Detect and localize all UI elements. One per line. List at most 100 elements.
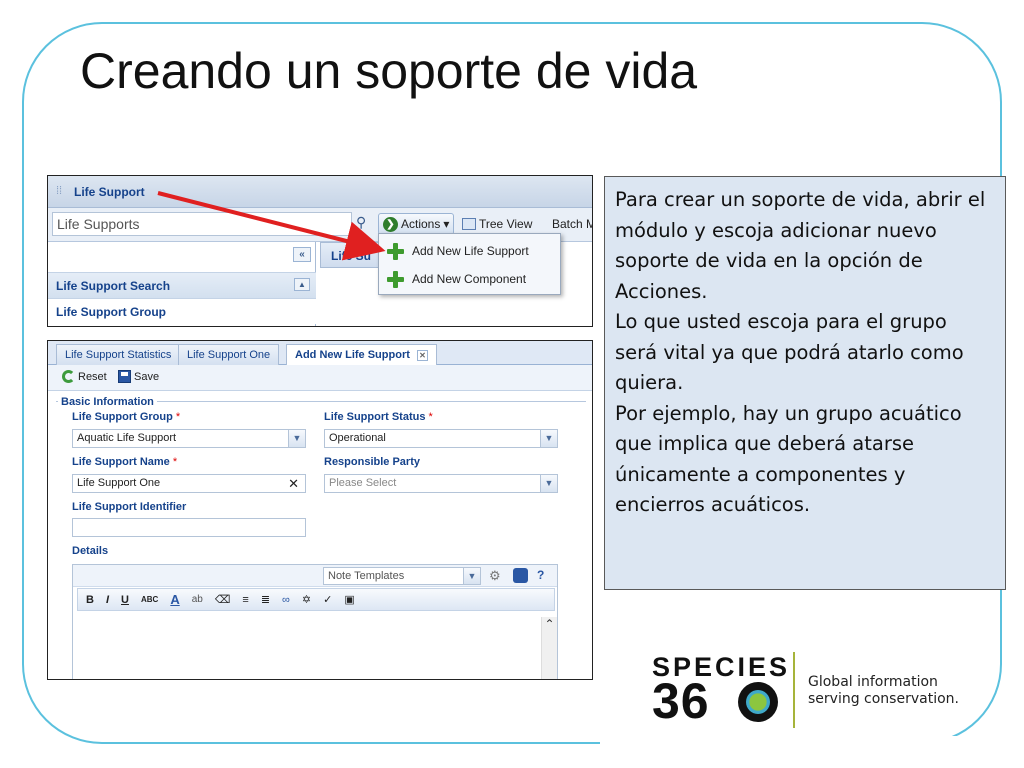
- field-value: Life Support One: [77, 477, 161, 489]
- tree-view-button[interactable]: Tree View: [458, 213, 536, 235]
- highlight-button[interactable]: ab: [192, 594, 203, 605]
- responsible-party-select[interactable]: Please Select ▼: [324, 474, 558, 493]
- underline-button[interactable]: U: [121, 594, 129, 606]
- logo-tagline: Global information serving conservation.: [808, 674, 959, 707]
- logo-number: 36: [652, 673, 710, 729]
- accordion-label: Life Support Group: [56, 305, 166, 319]
- slide-title: Creando un soporte de vida: [80, 43, 698, 99]
- details-rich-text-editor[interactable]: Note Templates ▼ ⚙ ? B I U ABC A ab ⌫ ≡ …: [72, 564, 558, 679]
- close-icon[interactable]: ✕: [416, 349, 428, 361]
- editor-scrollbar[interactable]: ⌃: [541, 617, 557, 679]
- tree-view-label: Tree View: [479, 217, 533, 231]
- reset-button[interactable]: Reset: [62, 370, 107, 383]
- life-support-name-label: Life Support Name *: [72, 456, 178, 468]
- menu-item-add-new-component[interactable]: Add New Component: [379, 265, 560, 293]
- chevron-up-icon[interactable]: ▲: [294, 278, 310, 291]
- instructions-text-box: Para crear un soporte de vida, abrir el …: [604, 176, 1006, 590]
- link-button[interactable]: ∞: [282, 594, 290, 606]
- save-icon: [118, 370, 131, 383]
- strikethrough-button[interactable]: ABC: [141, 595, 158, 604]
- help-icon[interactable]: ?: [537, 568, 552, 583]
- life-support-group-label: Life Support Group *: [72, 411, 181, 423]
- details-label: Details: [72, 545, 109, 557]
- select-placeholder: Note Templates: [328, 570, 405, 582]
- save-icon[interactable]: [513, 568, 528, 583]
- save-label: Save: [134, 370, 160, 383]
- instruction-paragraph: Lo que usted escoja para el grupo será v…: [615, 310, 964, 394]
- select-value: Operational: [329, 432, 386, 444]
- globe-icon: [738, 682, 778, 722]
- life-support-status-label: Life Support Status *: [324, 411, 433, 423]
- instruction-paragraph: Para crear un soporte de vida, abrir el …: [615, 188, 986, 303]
- bold-button[interactable]: B: [86, 594, 94, 606]
- add-life-support-form-screenshot: Life Support Statistics Life Support One…: [47, 340, 593, 680]
- chevron-down-icon[interactable]: ▼: [540, 475, 557, 492]
- select-placeholder: Please Select: [329, 477, 397, 489]
- accordion-label: Life Support Search: [56, 279, 171, 293]
- life-support-group-select[interactable]: Aquatic Life Support ▼: [72, 429, 306, 448]
- tab-label: Add New Life Support: [295, 349, 410, 361]
- source-view-icon[interactable]: ▣: [344, 593, 354, 606]
- tab-add-new-life-support[interactable]: Add New Life Support ✕: [286, 344, 437, 365]
- actions-label: Actions: [401, 217, 441, 231]
- tab-life-support-one[interactable]: Life Support One: [178, 344, 280, 365]
- menu-item-label: Add New Component: [412, 272, 527, 286]
- section-title: Basic Information: [58, 396, 157, 408]
- batch-button[interactable]: Batch M: [548, 213, 593, 235]
- editor-toolbar: B I U ABC A ab ⌫ ≡ ≣ ∞ ✡ ✓ ▣: [77, 588, 555, 611]
- life-support-identifier-label: Life Support Identifier: [72, 501, 187, 513]
- form-toolbar: Reset Save: [48, 365, 592, 391]
- plus-icon: [387, 270, 404, 288]
- chevron-down-icon: ▾: [443, 217, 450, 231]
- font-color-button[interactable]: A: [170, 592, 179, 607]
- save-button[interactable]: Save: [118, 370, 159, 383]
- life-support-identifier-field[interactable]: [72, 518, 306, 537]
- spellcheck-icon[interactable]: ✓: [323, 593, 332, 606]
- actions-button[interactable]: ❯ Actions ▾: [378, 213, 455, 235]
- eraser-icon[interactable]: ⌫: [215, 593, 231, 606]
- italic-button[interactable]: I: [106, 594, 109, 606]
- clear-icon[interactable]: ✕: [288, 476, 299, 492]
- select-value: Aquatic Life Support: [77, 432, 177, 444]
- species360-logo: SPECIES 36 Global information serving co…: [652, 652, 972, 732]
- chevron-down-icon[interactable]: ▼: [463, 568, 480, 584]
- life-support-module-screenshot: ⁞⁞ Life Support Life Supports ⚲ ❯ Action…: [47, 175, 593, 327]
- reset-label: Reset: [78, 370, 107, 383]
- chevron-down-icon[interactable]: ▼: [288, 430, 305, 447]
- unlink-icon[interactable]: ✡: [302, 593, 311, 606]
- panel-title: Life Support: [74, 185, 145, 199]
- tab-bar: Life Support Statistics Life Support One…: [48, 341, 592, 365]
- tab-label: Life Support One: [187, 349, 271, 361]
- editor-header: Note Templates ▼ ⚙ ?: [73, 565, 557, 587]
- tab-life-support-statistics[interactable]: Life Support Statistics: [56, 344, 181, 365]
- chevron-down-icon[interactable]: ▼: [540, 430, 557, 447]
- panel-header: ⁞⁞ Life Support: [48, 176, 592, 208]
- search-icon[interactable]: ⚲: [356, 214, 374, 234]
- menu-item-add-new-life-support[interactable]: Add New Life Support: [379, 237, 560, 265]
- batch-label: Batch M: [552, 217, 593, 231]
- menu-item-label: Add New Life Support: [412, 244, 529, 258]
- search-input[interactable]: Life Supports: [52, 212, 352, 236]
- note-templates-select[interactable]: Note Templates ▼: [323, 567, 481, 585]
- accordion-life-support-group[interactable]: Life Support Group: [48, 298, 316, 324]
- accordion-life-support-search[interactable]: Life Support Search ▲: [48, 272, 316, 298]
- go-arrow-icon: ❯: [383, 216, 398, 232]
- drag-handle-icon[interactable]: ⁞⁞: [56, 185, 66, 199]
- reset-icon: [62, 370, 75, 383]
- gear-icon[interactable]: ⚙: [489, 568, 504, 583]
- bullet-list-button[interactable]: ≡: [242, 594, 248, 606]
- logo-divider: [793, 652, 795, 728]
- left-navigation-panel: « Life Support Search ▲ Life Support Gro…: [48, 242, 316, 326]
- slide: Creando un soporte de vida ⁞⁞ Life Suppo…: [0, 0, 1024, 768]
- life-support-name-field[interactable]: Life Support One ✕: [72, 474, 306, 493]
- collapse-panel-button[interactable]: «: [293, 247, 311, 262]
- actions-dropdown-menu: Add New Life Support Add New Component: [378, 233, 561, 295]
- plus-icon: [387, 242, 404, 260]
- instruction-paragraph: Por ejemplo, hay un grupo acuático que i…: [615, 401, 962, 517]
- frame-gap: [600, 736, 1020, 768]
- tree-view-icon: [462, 218, 476, 230]
- numbered-list-button[interactable]: ≣: [261, 593, 270, 606]
- life-support-status-select[interactable]: Operational ▼: [324, 429, 558, 448]
- tab-label: Life Support Statistics: [65, 349, 172, 361]
- responsible-party-label: Responsible Party: [324, 456, 420, 468]
